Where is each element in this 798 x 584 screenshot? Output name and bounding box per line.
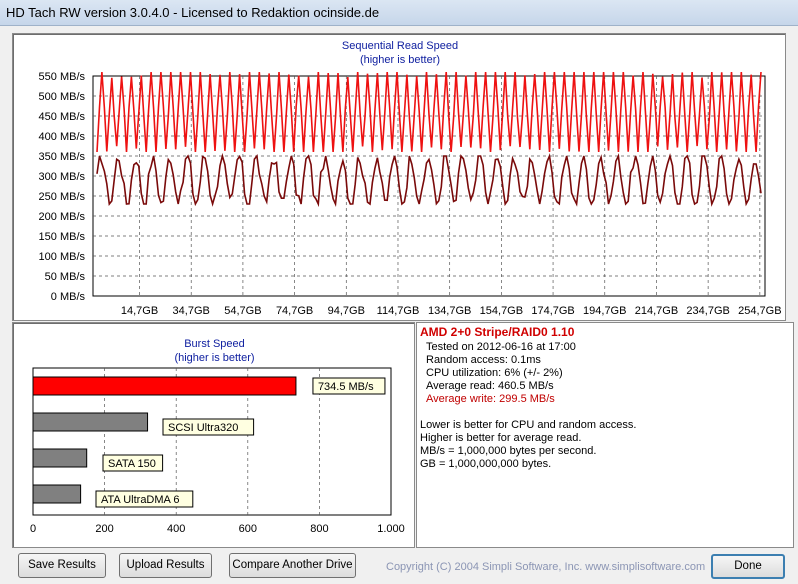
- x-tick-label: 74,7GB: [276, 305, 313, 317]
- note-line: MB/s = 1,000,000 bytes per second.: [420, 445, 597, 457]
- read-speed-chart: 0 MB/s 50 MB/s 100 MB/s 150 MB/s 200 MB/s 250…: [39, 71, 782, 317]
- x-tick-label: 114,7GB: [377, 305, 420, 317]
- y-tick-label: 350 MB/s: [39, 151, 86, 163]
- note-line: GB = 1,000,000,000 bytes.: [420, 458, 552, 470]
- random-access: Random access: 0.1ms: [426, 354, 541, 366]
- bar-label: 734.5 MB/s: [318, 381, 374, 393]
- y-tick-label: 250 MB/s: [39, 191, 86, 203]
- upload-results-button[interactable]: Upload Results: [119, 553, 212, 578]
- burst-bar-reference: [32, 412, 149, 432]
- x-tick-label: 214,7GB: [635, 305, 678, 317]
- burst-speed-chart: 0 200 400 600 800 1.000 734.5 MB/s SCSI Ultra32…: [30, 367, 405, 535]
- average-read: Average read: 460.5 MB/s: [426, 380, 554, 392]
- title-bar: HD Tach RW version 3.0.4.0 - Licensed to…: [0, 0, 798, 26]
- x-tick-label: 400: [167, 523, 185, 535]
- results-info-panel: AMD 2+0 Stripe/RAID0 1.10 Tested on 2012…: [416, 322, 794, 548]
- drive-name: AMD 2+0 Stripe/RAID0 1.10: [420, 325, 575, 339]
- y-tick-label: 50 MB/s: [45, 271, 86, 283]
- burst-bar-reference: [32, 484, 82, 504]
- x-tick-label: 194,7GB: [583, 305, 626, 317]
- note-line: Lower is better for CPU and random acces…: [420, 419, 637, 431]
- x-tick-label: 600: [239, 523, 257, 535]
- y-tick-label: 100 MB/s: [39, 251, 86, 263]
- cpu-utilization: CPU utilization: 6% (+/- 2%): [426, 367, 563, 379]
- x-tick-label: 54,7GB: [224, 305, 261, 317]
- tested-on: Tested on 2012-06-16 at 17:00: [426, 341, 576, 353]
- y-tick-label: 300 MB/s: [39, 171, 86, 183]
- x-tick-label: 94,7GB: [328, 305, 365, 317]
- x-tick-label: 200: [95, 523, 113, 535]
- y-tick-label: 400 MB/s: [39, 131, 86, 143]
- y-tick-label: 200 MB/s: [39, 211, 86, 223]
- window-title: HD Tach RW version 3.0.4.0 - Licensed to…: [6, 5, 380, 20]
- x-tick-label: 134,7GB: [428, 305, 471, 317]
- y-tick-label: 0 MB/s: [51, 291, 86, 303]
- y-tick-label: 450 MB/s: [39, 111, 86, 123]
- x-tick-label: 0: [30, 523, 36, 535]
- y-tick-label: 550 MB/s: [39, 71, 86, 83]
- bar-label: ATA UltraDMA 6: [101, 494, 179, 506]
- y-tick-label: 500 MB/s: [39, 91, 86, 103]
- x-tick-label: 34,7GB: [173, 305, 210, 317]
- copyright-text: Copyright (C) 2004 Simpli Software, Inc.…: [386, 561, 706, 573]
- burst-bar-reference: [32, 448, 88, 468]
- burst-speed-panel: Burst Speed (higher is better) 0 200 400 60…: [12, 322, 415, 548]
- save-results-button[interactable]: Save Results: [18, 553, 106, 578]
- note-line: Higher is better for average read.: [420, 432, 582, 444]
- x-tick-label: 14,7GB: [121, 305, 158, 317]
- bar-label: SCSI Ultra320: [168, 422, 238, 434]
- average-write: Average write: 299.5 MB/s: [426, 393, 555, 405]
- x-tick-label: 1.000: [377, 523, 405, 535]
- bar-label: SATA 150: [108, 458, 156, 470]
- compare-drive-button[interactable]: Compare Another Drive: [229, 553, 356, 578]
- x-tick-label: 234,7GB: [686, 305, 729, 317]
- read-speed-panel: Sequential Read Speed (higher is better)…: [12, 33, 786, 321]
- x-tick-label: 174,7GB: [531, 305, 574, 317]
- x-tick-label: 800: [310, 523, 328, 535]
- burst-bar-main: [32, 376, 297, 396]
- y-tick-label: 150 MB/s: [39, 231, 86, 243]
- done-button[interactable]: Done: [711, 554, 785, 579]
- x-tick-label: 154,7GB: [480, 305, 523, 317]
- x-tick-label: 254,7GB: [738, 305, 781, 317]
